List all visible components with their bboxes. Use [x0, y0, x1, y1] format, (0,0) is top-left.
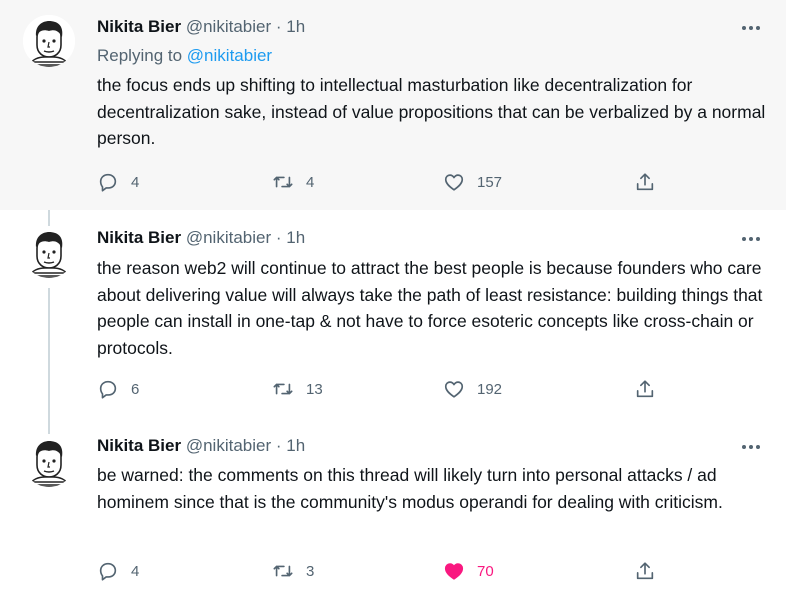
tweet-time[interactable]: 1h — [286, 436, 305, 455]
author-name[interactable]: Nikita Bier — [97, 436, 181, 455]
more-icon — [742, 26, 746, 30]
heart-icon — [444, 381, 464, 398]
tweet-header: Nikita Bier @nikitabier · 1h — [97, 227, 305, 249]
reply-icon — [99, 173, 117, 192]
like-button[interactable]: 192 — [443, 377, 502, 401]
like-count: 70 — [477, 562, 494, 580]
retweet-count: 13 — [306, 380, 323, 398]
tweet[interactable]: Nikita Bier @nikitabier · 1h the reason … — [0, 210, 786, 420]
more-icon — [742, 237, 746, 241]
author-handle[interactable]: @nikitabier — [186, 436, 271, 455]
more-options-button[interactable] — [738, 17, 764, 39]
separator: · — [275, 436, 282, 455]
replying-to: Replying to @nikitabier — [97, 45, 272, 67]
more-icon — [749, 26, 753, 30]
reply-count: 6 — [131, 380, 140, 398]
like-count: 192 — [477, 380, 503, 398]
more-icon — [749, 237, 753, 241]
avatar-sketch-icon — [23, 15, 75, 67]
like-count: 157 — [477, 173, 503, 191]
share-button[interactable] — [634, 170, 656, 194]
heart-icon — [444, 174, 464, 191]
tweet-text: be warned: the comments on this thread w… — [97, 465, 723, 512]
retweet-count: 4 — [306, 173, 315, 191]
share-icon — [636, 173, 654, 191]
more-icon — [749, 445, 753, 449]
tweet-text: the focus ends up shifting to intellectu… — [97, 75, 766, 148]
avatar-sketch-icon — [23, 435, 75, 487]
more-options-button[interactable] — [738, 436, 764, 458]
retweet-button[interactable]: 13 — [272, 377, 323, 401]
avatar[interactable] — [23, 226, 75, 278]
like-button[interactable]: 70 — [443, 559, 494, 583]
tweet-actions: 6 13 192 — [97, 377, 677, 401]
like-button[interactable]: 157 — [443, 170, 502, 194]
author-name[interactable]: Nikita Bier — [97, 17, 181, 36]
retweet-button[interactable]: 4 — [272, 170, 314, 194]
share-button[interactable] — [634, 377, 656, 401]
reply-count: 4 — [131, 562, 140, 580]
reply-icon — [99, 562, 117, 581]
reply-button[interactable]: 6 — [97, 377, 139, 401]
retweet-icon — [273, 565, 293, 577]
tweet[interactable]: Nikita Bier @nikitabier · 1h be warned: … — [0, 420, 786, 601]
author-handle[interactable]: @nikitabier — [186, 228, 271, 247]
separator: · — [275, 17, 282, 36]
more-options-button[interactable] — [738, 228, 764, 250]
author-name[interactable]: Nikita Bier — [97, 228, 181, 247]
more-icon — [756, 26, 760, 30]
heart-icon — [444, 563, 464, 580]
tweet-time[interactable]: 1h — [286, 228, 305, 247]
tweet-thread: Nikita Bier @nikitabier · 1h Replying to… — [0, 0, 786, 601]
reply-button[interactable]: 4 — [97, 559, 139, 583]
tweet-actions: 4 4 157 — [97, 170, 677, 194]
more-icon — [756, 445, 760, 449]
author-handle[interactable]: @nikitabier — [186, 17, 271, 36]
share-icon — [636, 562, 654, 580]
tweet-text: the reason web2 will continue to attract… — [97, 258, 763, 358]
tweet-header: Nikita Bier @nikitabier · 1h — [97, 435, 305, 457]
more-icon — [742, 445, 746, 449]
tweet-header: Nikita Bier @nikitabier · 1h — [97, 16, 305, 38]
replying-to-label: Replying to — [97, 46, 183, 65]
reply-count: 4 — [131, 173, 140, 191]
more-icon — [756, 237, 760, 241]
share-icon — [636, 380, 654, 398]
avatar[interactable] — [23, 435, 75, 487]
retweet-icon — [273, 176, 293, 188]
reply-button[interactable]: 4 — [97, 170, 139, 194]
retweet-count: 3 — [306, 562, 315, 580]
share-button[interactable] — [634, 559, 656, 583]
tweet-time[interactable]: 1h — [286, 17, 305, 36]
replying-to-mention[interactable]: @nikitabier — [187, 46, 272, 65]
retweet-button[interactable]: 3 — [272, 559, 314, 583]
avatar-sketch-icon — [23, 226, 75, 278]
avatar[interactable] — [23, 15, 75, 67]
reply-icon — [99, 380, 117, 399]
tweet[interactable]: Nikita Bier @nikitabier · 1h Replying to… — [0, 0, 786, 210]
separator: · — [275, 228, 282, 247]
tweet-actions: 4 3 70 — [97, 559, 677, 583]
retweet-icon — [273, 383, 293, 395]
